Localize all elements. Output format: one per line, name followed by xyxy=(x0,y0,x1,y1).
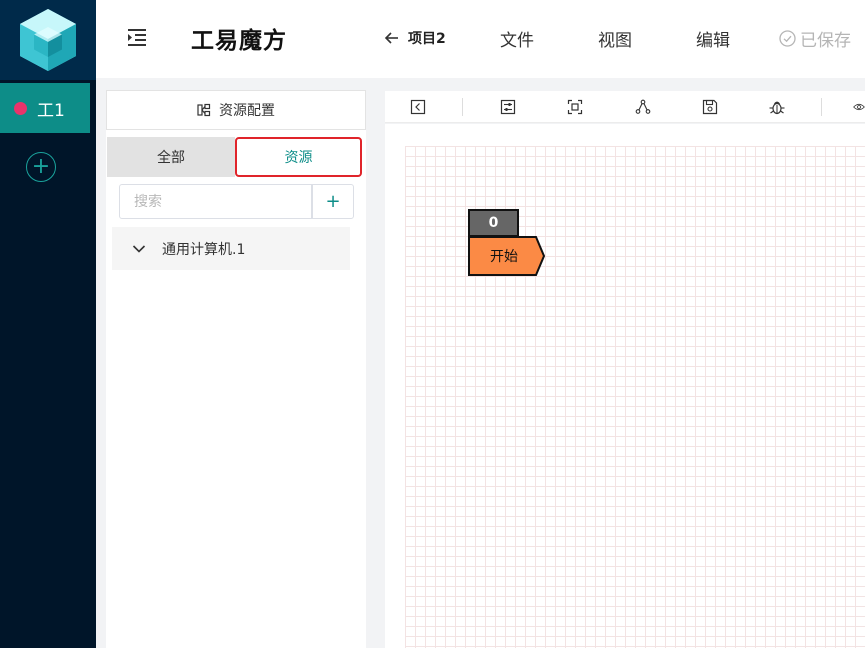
plus-icon: + xyxy=(325,191,341,212)
fit-screen-icon[interactable] xyxy=(565,97,585,117)
eye-icon[interactable] xyxy=(853,97,865,117)
add-resource-button[interactable]: + xyxy=(312,184,354,219)
settings-sliders-icon[interactable] xyxy=(498,97,518,117)
canvas-toolbar xyxy=(385,91,865,123)
project-name: 项目2 xyxy=(408,31,446,47)
back-to-project[interactable]: 项目2 xyxy=(384,28,446,48)
menu-file[interactable]: 文件 xyxy=(500,26,534,51)
left-rail: 工1 + xyxy=(0,0,96,648)
toolbar-divider xyxy=(462,98,463,116)
status-dot xyxy=(14,101,27,115)
panel-title: 资源配置 xyxy=(219,103,275,119)
menu-collapse-icon[interactable] xyxy=(126,26,148,48)
collapse-icon[interactable] xyxy=(408,97,428,117)
share-nodes-icon[interactable] xyxy=(633,97,653,117)
tab-all[interactable]: 全部 xyxy=(107,137,235,177)
save-status: 已保存 xyxy=(779,26,851,51)
cube-logo-icon xyxy=(20,9,76,71)
app-logo[interactable] xyxy=(0,0,96,80)
resource-config-icon xyxy=(197,103,211,117)
resource-panel: 资源配置 全部 资源 + 通用计算机.1 xyxy=(106,90,366,648)
toolbar-divider xyxy=(821,98,822,116)
save-icon[interactable] xyxy=(700,97,720,117)
search-input[interactable] xyxy=(119,184,312,219)
arrow-left-icon xyxy=(384,32,398,44)
work-tab-label: 工1 xyxy=(37,100,65,121)
tab-resources[interactable]: 资源 xyxy=(235,137,362,177)
tree-item-computer[interactable]: 通用计算机.1 xyxy=(112,227,350,270)
node-badge[interactable]: 0 xyxy=(468,209,519,237)
app-title: 工易魔方 xyxy=(191,28,287,54)
bug-icon[interactable] xyxy=(767,97,787,117)
flow-canvas[interactable] xyxy=(385,124,865,648)
save-status-label: 已保存 xyxy=(800,31,851,51)
start-node-label: 开始 xyxy=(490,249,518,265)
check-circle-icon xyxy=(779,30,796,47)
add-work-button[interactable]: + xyxy=(26,152,56,182)
panel-header[interactable]: 资源配置 xyxy=(106,90,366,130)
menu-view[interactable]: 视图 xyxy=(598,26,632,51)
chevron-down-icon xyxy=(132,244,146,253)
menu-edit[interactable]: 编辑 xyxy=(696,26,730,51)
top-header: 工易魔方 项目2 文件 视图 编辑 已保存 xyxy=(96,0,865,78)
plus-icon: + xyxy=(31,154,51,179)
work-tab-item[interactable]: 工1 xyxy=(0,83,90,133)
tree-item-label: 通用计算机.1 xyxy=(162,241,246,258)
